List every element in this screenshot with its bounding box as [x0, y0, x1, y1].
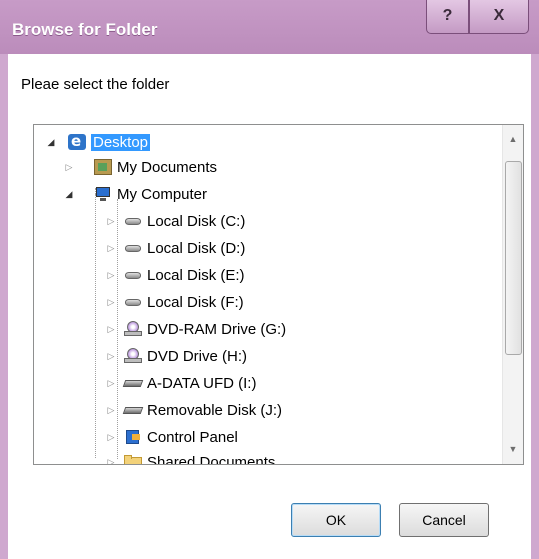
tree-item-local-disk-d[interactable]: ▷ Local Disk (D:) — [86, 237, 246, 259]
tree-item-dvd-ram-drive-g[interactable]: ▷ DVD-RAM Drive (G:) — [86, 318, 287, 340]
tree-item-a-data-ufd-i[interactable]: ▷ A-DATA UFD (I:) — [86, 372, 257, 394]
expand-arrow-icon[interactable]: ▷ — [106, 270, 116, 281]
tree-item-my-computer[interactable]: ◢ My Computer — [64, 183, 208, 205]
expand-arrow-icon[interactable]: ▷ — [106, 432, 116, 443]
vertical-scrollbar[interactable]: ▲ ▼ — [502, 125, 523, 464]
hard-disk-icon — [124, 240, 142, 256]
ok-button[interactable]: OK — [291, 503, 381, 537]
collapse-arrow-icon[interactable]: ◢ — [64, 189, 74, 200]
tree-item-label: Local Disk (E:) — [147, 266, 245, 284]
tree-item-my-documents[interactable]: ▷ My Documents — [64, 156, 218, 178]
tree-item-local-disk-c[interactable]: ▷ Local Disk (C:) — [86, 210, 246, 232]
removable-drive-icon — [124, 375, 142, 391]
tree-item-control-panel[interactable]: ▷ Control Panel — [86, 426, 238, 448]
control-panel-icon — [124, 429, 142, 445]
help-button[interactable]: ? — [426, 0, 469, 34]
expand-arrow-icon[interactable]: ▷ — [106, 216, 116, 227]
close-button[interactable]: X — [469, 0, 529, 34]
dvd-drive-icon — [124, 348, 142, 364]
tree-item-local-disk-f[interactable]: ▷ Local Disk (F:) — [86, 291, 244, 313]
hard-disk-icon — [124, 294, 142, 310]
expand-arrow-icon[interactable]: ▷ — [106, 243, 116, 254]
my-computer-icon — [94, 186, 112, 202]
tree-item-removable-disk-j[interactable]: ▷ Removable Disk (J:) — [86, 399, 283, 421]
tree-item-label: Control Panel — [147, 428, 238, 446]
expand-arrow-icon[interactable]: ▷ — [106, 378, 116, 389]
window-title: Browse for Folder — [12, 20, 158, 39]
scroll-down-arrow-icon[interactable]: ▼ — [503, 439, 523, 459]
tree-item-label: Removable Disk (J:) — [147, 401, 283, 419]
tree-item-local-disk-e[interactable]: ▷ Local Disk (E:) — [86, 264, 245, 286]
tree-item-label: My Computer — [117, 185, 208, 203]
scroll-up-arrow-icon[interactable]: ▲ — [503, 129, 523, 149]
expand-arrow-icon[interactable]: ▷ — [106, 457, 116, 465]
title-bar[interactable]: Browse for Folder ? X — [0, 0, 539, 54]
tree-item-label: Shared Documents — [147, 453, 276, 465]
scrollbar-thumb[interactable] — [505, 161, 522, 355]
tree-item-label: Local Disk (C:) — [147, 212, 246, 230]
expand-arrow-icon[interactable]: ▷ — [106, 324, 116, 335]
tree-item-label: Local Disk (F:) — [147, 293, 244, 311]
tree-item-dvd-drive-h[interactable]: ▷ DVD Drive (H:) — [86, 345, 247, 367]
tree-item-desktop[interactable]: ◢ Desktop — [46, 131, 151, 153]
tree-item-label: A-DATA UFD (I:) — [147, 374, 257, 392]
hard-disk-icon — [124, 213, 142, 229]
cancel-button[interactable]: Cancel — [399, 503, 489, 537]
desktop-icon — [68, 132, 86, 150]
collapse-arrow-icon[interactable]: ◢ — [46, 137, 56, 148]
tree-item-shared-documents[interactable]: ▷ Shared Documents — [86, 451, 276, 465]
expand-arrow-icon[interactable]: ▷ — [106, 297, 116, 308]
hard-disk-icon — [124, 267, 142, 283]
my-documents-icon — [94, 159, 112, 175]
expand-arrow-icon[interactable]: ▷ — [64, 162, 74, 173]
folder-icon — [124, 454, 142, 464]
tree-item-label: Desktop — [91, 133, 151, 151]
tree-item-label: DVD Drive (H:) — [147, 347, 247, 365]
removable-drive-icon — [124, 402, 142, 418]
prompt-text: Pleae select the folder — [21, 76, 170, 93]
tree-item-label: My Documents — [117, 158, 218, 176]
dvd-drive-icon — [124, 321, 142, 337]
expand-arrow-icon[interactable]: ▷ — [106, 405, 116, 416]
tree-item-label: DVD-RAM Drive (G:) — [147, 320, 287, 338]
folder-tree[interactable]: ◢ Desktop ▷ My Documents ◢ My Computer ▷… — [33, 124, 524, 465]
expand-arrow-icon[interactable]: ▷ — [106, 351, 116, 362]
tree-item-label: Local Disk (D:) — [147, 239, 246, 257]
